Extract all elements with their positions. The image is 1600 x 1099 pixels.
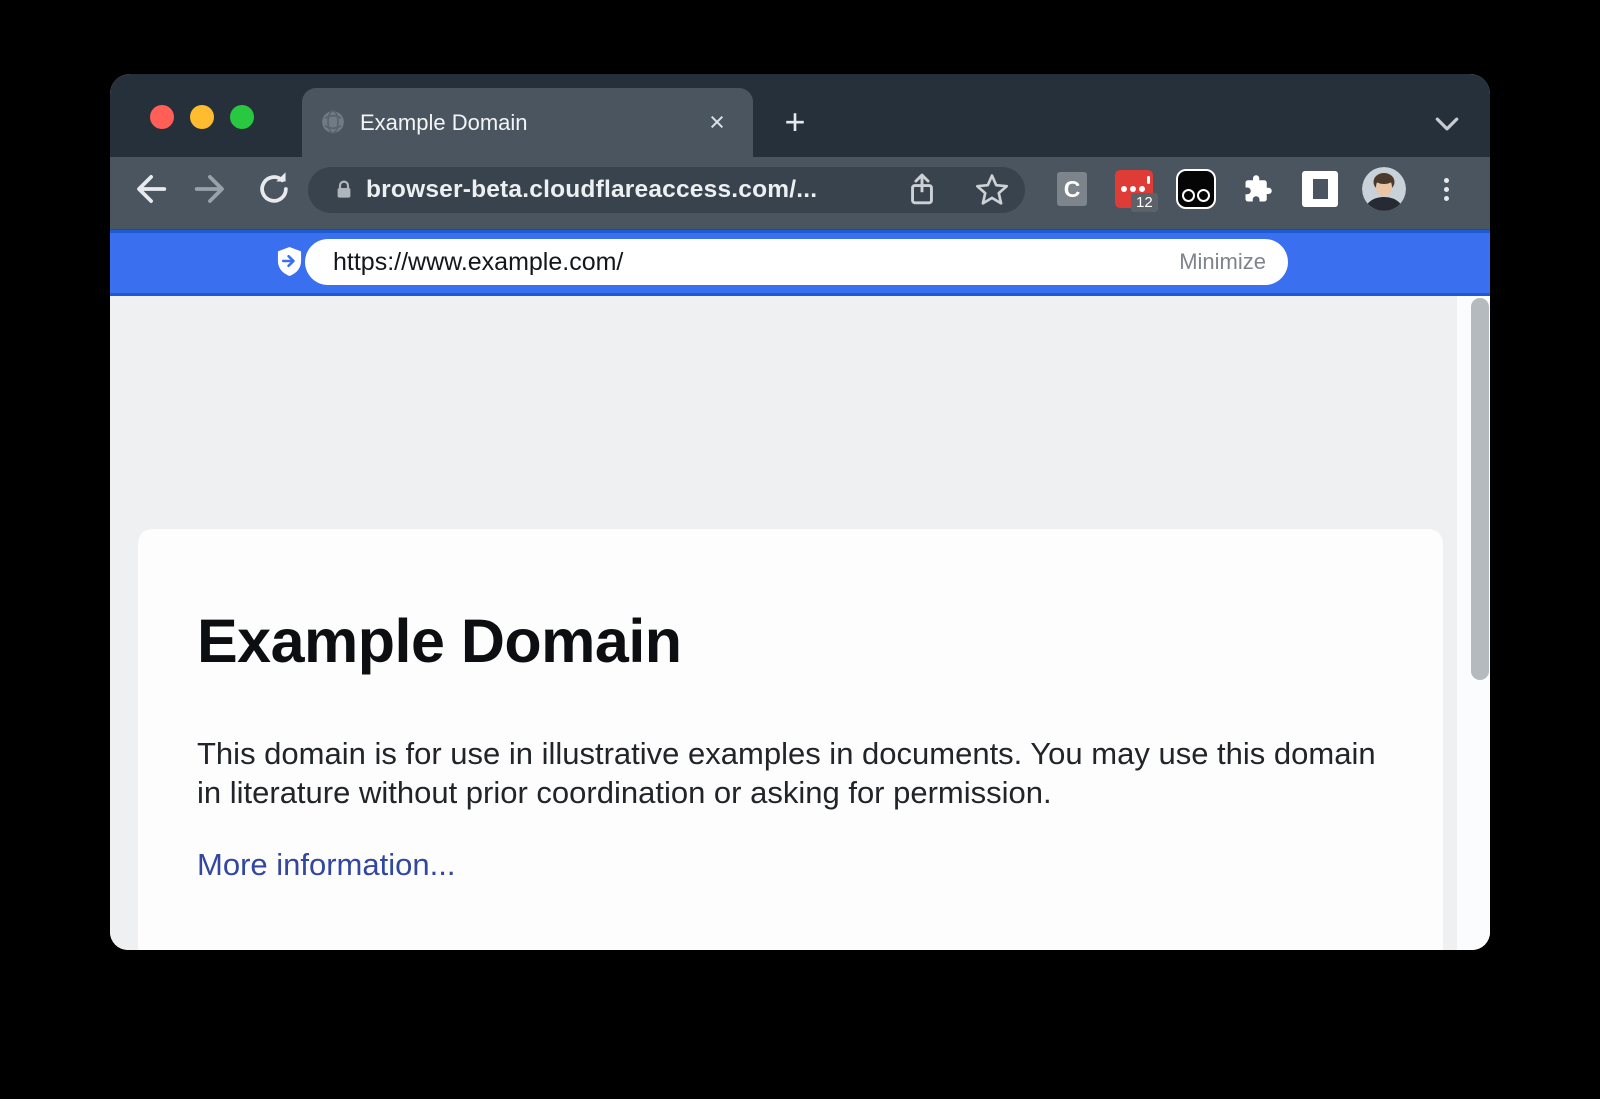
arrow-right-icon [189,167,233,211]
more-information-link[interactable]: More information... [197,847,455,883]
tab-title: Example Domain [360,110,528,136]
dot-icon [1139,186,1145,192]
reload-icon [252,167,296,211]
page-paragraph: This domain is for use in illustrative e… [197,735,1382,812]
circle-icon [1197,189,1210,202]
kebab-dot-icon [1444,187,1449,192]
page-viewport: Example Domain This domain is for use in… [110,296,1490,950]
page-title: Example Domain [197,607,682,675]
arrow-left-icon [128,167,172,211]
isolation-url-input[interactable]: https://www.example.com/ Minimize [305,239,1288,285]
circle-icon [1182,189,1195,202]
active-tab[interactable]: Example Domain × [302,88,753,157]
address-bar[interactable]: browser-beta.cloudflareaccess.com/... [308,167,1025,213]
bookmark-button[interactable] [972,170,1012,210]
chevron-down-icon[interactable] [1435,117,1459,131]
profile-avatar[interactable] [1362,167,1406,211]
share-icon [902,170,942,210]
back-button[interactable] [128,167,172,211]
kebab-dot-icon [1444,196,1449,201]
forward-button[interactable] [189,167,233,211]
isolation-url-value: https://www.example.com/ [333,239,623,285]
minimize-button[interactable]: Minimize [1179,239,1266,285]
new-tab-button[interactable]: + [773,100,817,144]
shield-icon [276,246,303,277]
traffic-light-zoom[interactable] [230,105,254,129]
extensions-menu-button[interactable] [1243,174,1273,204]
traffic-light-close[interactable] [150,105,174,129]
scrollbar-track[interactable] [1457,296,1490,950]
extension-goggles-icon[interactable] [1176,169,1216,209]
puzzle-piece-icon [1243,174,1273,204]
extension-password-icon[interactable]: 12 [1115,170,1153,208]
dot-icon [1121,186,1127,192]
browser-window: Example Domain × + [110,74,1490,950]
scrollbar-thumb[interactable] [1471,298,1489,680]
lock-icon [332,178,356,202]
star-icon [972,170,1012,210]
screenshot-canvas: Example Domain × + [0,0,1600,1099]
dot-icon [1130,186,1136,192]
extension-badge: 12 [1131,193,1158,212]
traffic-light-minimize[interactable] [190,105,214,129]
browser-menu-button[interactable] [1426,169,1466,209]
browser-toolbar: browser-beta.cloudflareaccess.com/... C [110,157,1490,230]
tab-bar: Example Domain × + [110,74,1490,157]
tick-icon [1147,176,1150,184]
globe-favicon-icon [320,109,346,135]
side-panel-inner [1313,179,1328,199]
address-url: browser-beta.cloudflareaccess.com/... [366,167,817,213]
avatar-image [1362,167,1406,211]
extension-c-icon[interactable]: C [1057,172,1087,206]
kebab-dot-icon [1444,178,1449,183]
reload-button[interactable] [252,167,296,211]
close-tab-icon[interactable]: × [701,106,733,138]
isolation-url-bar: https://www.example.com/ Minimize [110,230,1490,296]
content-card: Example Domain This domain is for use in… [138,529,1443,950]
side-panel-icon[interactable] [1302,171,1338,207]
share-button[interactable] [902,170,942,210]
